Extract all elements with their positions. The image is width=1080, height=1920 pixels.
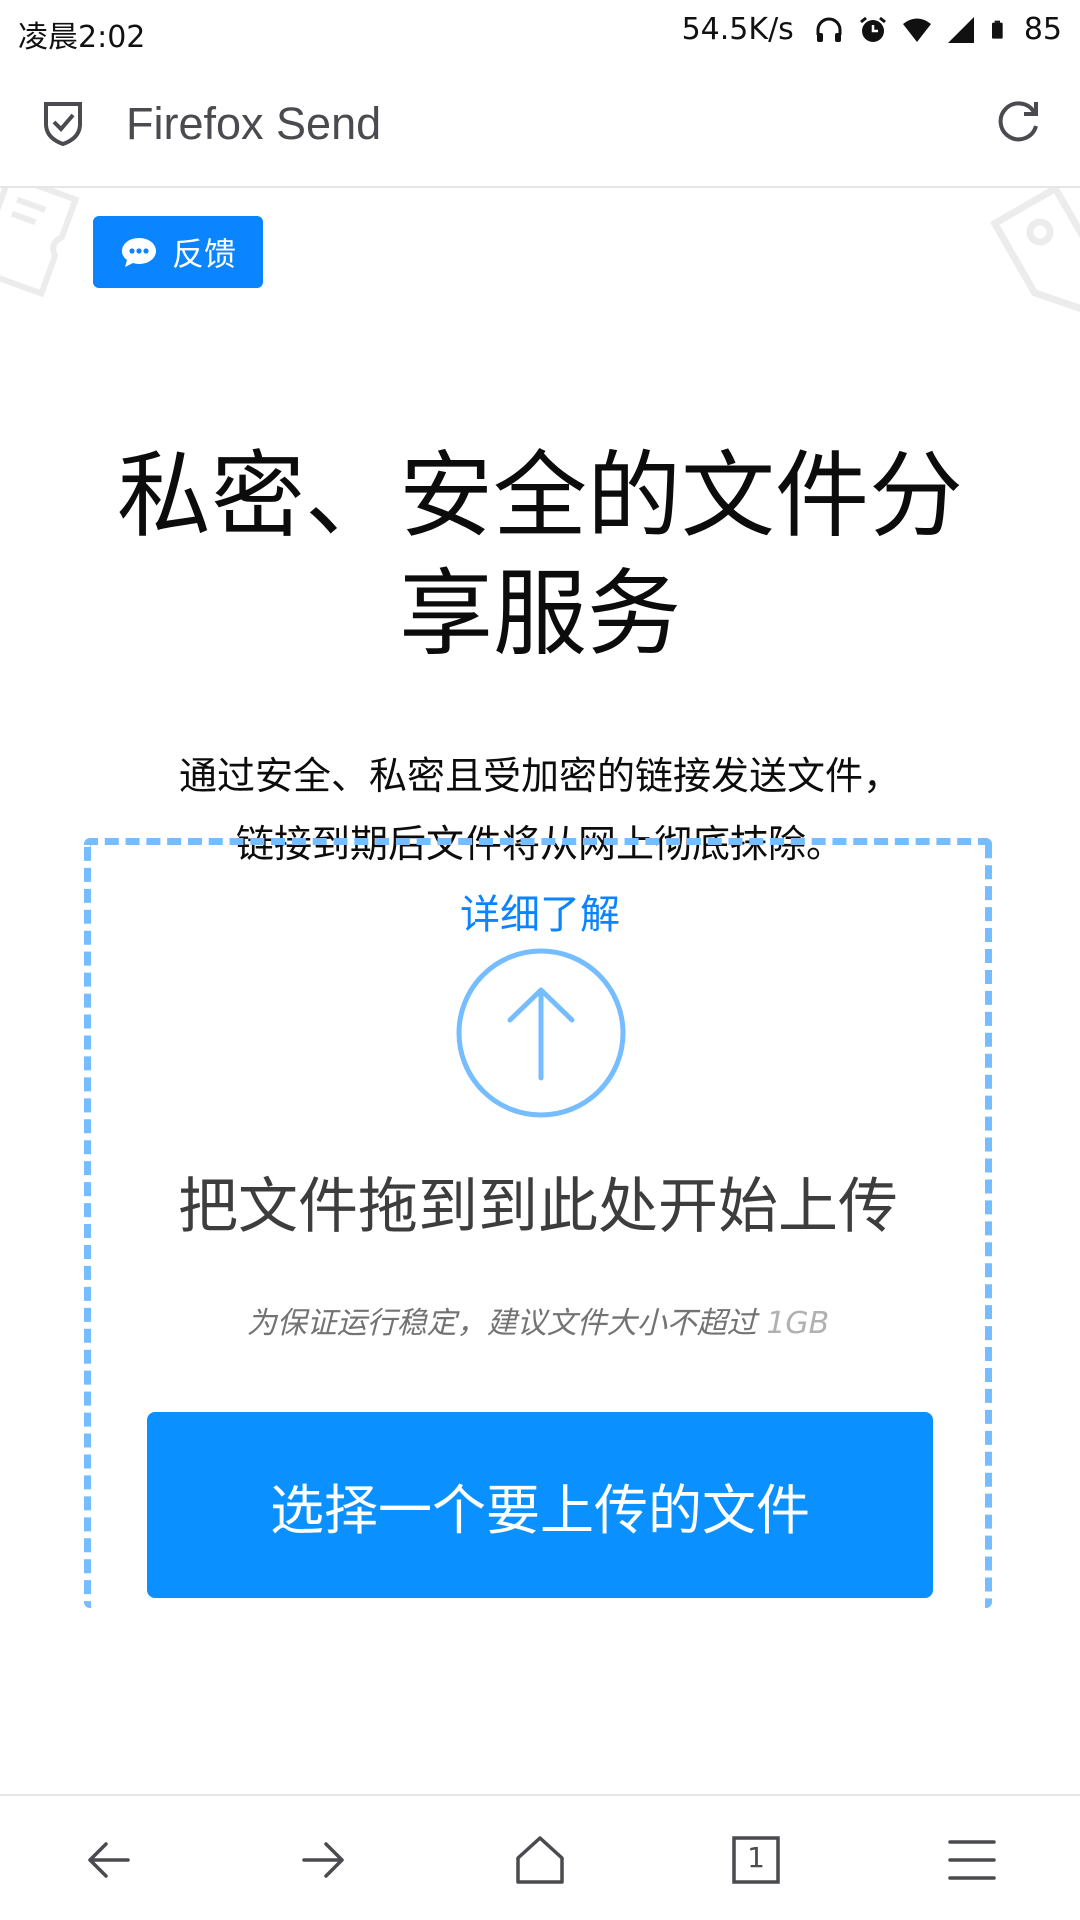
size-hint-limit: 1GB (766, 1306, 830, 1341)
page-title: 私密、安全的文件分 享服务 (90, 438, 990, 674)
status-net-speed: 54.5K/s (681, 12, 794, 47)
size-hint: 为保证运行稳定，建议文件大小不超过 1GB (84, 1298, 992, 1342)
tabs-button[interactable]: 1 (728, 1832, 784, 1888)
chat-bubble-icon (121, 238, 156, 267)
alarm-icon (859, 16, 886, 42)
signal-icon (947, 16, 974, 43)
home-icon[interactable] (512, 1832, 568, 1888)
page-description-line-1: 通过安全、私密且受加密的链接发送文件， (178, 754, 901, 798)
battery-icon (991, 20, 1003, 39)
upload-arrow-icon (456, 948, 626, 1118)
decorative-tag-icon (990, 188, 1080, 315)
tab-count: 1 (747, 1841, 765, 1874)
wifi-icon (902, 18, 931, 42)
feedback-button[interactable]: 反馈 (93, 216, 263, 288)
feedback-label: 反馈 (171, 235, 236, 273)
site-title[interactable]: Firefox Send (126, 98, 381, 150)
choose-file-button[interactable]: 选择一个要上传的文件 (147, 1412, 933, 1598)
browser-bottom-nav: 1 (0, 1794, 1080, 1920)
browser-toolbar: Firefox Send (0, 62, 1080, 188)
reload-icon[interactable] (994, 96, 1044, 146)
status-bar: 凌晨2:02 54.5K/s 85 (0, 0, 1080, 60)
status-right: 54.5K/s 85 (682, 12, 1062, 47)
page-title-line-1: 私密、安全的文件分 (116, 442, 963, 551)
forward-icon[interactable] (296, 1832, 352, 1888)
back-icon[interactable] (80, 1832, 136, 1888)
dropzone-text: 把文件拖到到此处开始上传 (178, 1172, 898, 1242)
status-time: 凌晨2:02 (18, 20, 146, 55)
headphones-icon (816, 17, 842, 42)
shield-check-icon[interactable] (40, 98, 86, 148)
page: 凌晨2:02 54.5K/s 85 Firefox Send 反馈 私密、安全的… (0, 0, 1080, 1920)
status-battery-level: 85 (1023, 12, 1062, 47)
menu-icon[interactable] (944, 1832, 1000, 1888)
decorative-ticket-icon (0, 188, 80, 298)
page-title-line-2: 享服务 (398, 560, 681, 669)
size-hint-text: 为保证运行稳定，建议文件大小不超过 (246, 1306, 757, 1341)
